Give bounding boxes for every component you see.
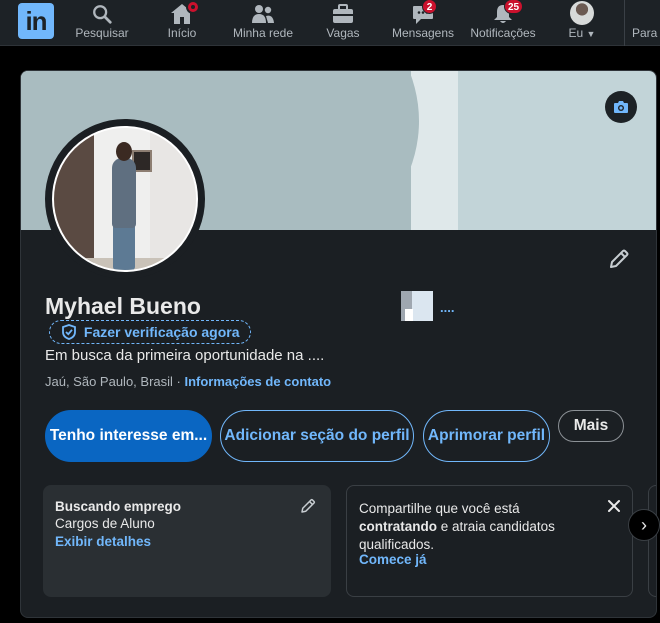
contact-info-link[interactable]: Informações de contato bbox=[184, 374, 331, 389]
linkedin-logo[interactable]: in bbox=[18, 3, 54, 39]
notifications-badge: 25 bbox=[504, 0, 524, 14]
search-icon bbox=[70, 0, 134, 26]
nav-divider bbox=[624, 0, 625, 46]
network-icon bbox=[226, 0, 300, 26]
nav-search[interactable]: Pesquisar bbox=[70, 0, 134, 46]
get-started-link[interactable]: Comece já bbox=[359, 552, 427, 567]
hiring-panel: Compartilhe que você está contratando e … bbox=[346, 485, 633, 597]
home-icon bbox=[150, 0, 214, 26]
open-to-work-title: Buscando emprego bbox=[55, 499, 182, 514]
nav-notifications-label: Notificações bbox=[470, 26, 536, 40]
avatar-icon bbox=[556, 0, 608, 26]
nav-messaging-label: Mensagens bbox=[391, 26, 455, 40]
nav-jobs[interactable]: Vagas bbox=[312, 0, 374, 46]
nav-network-label: Minha rede bbox=[232, 26, 294, 40]
verify-label: Fazer verificação agora bbox=[83, 324, 240, 340]
bell-icon: 25 bbox=[466, 0, 540, 26]
home-notification-dot bbox=[186, 0, 200, 14]
chevron-down-icon: ▼ bbox=[586, 29, 596, 39]
open-to-work-panel[interactable]: Buscando emprego Cargos de Aluno Exibir … bbox=[43, 485, 331, 597]
briefcase-icon bbox=[312, 0, 374, 26]
carousel-next-button[interactable]: › bbox=[628, 509, 660, 541]
profile-name: Myhael Bueno bbox=[45, 293, 201, 319]
pencil-icon bbox=[607, 249, 631, 275]
profile-headline: Em busca da primeira oportunidade na ...… bbox=[45, 347, 325, 364]
edit-intro-button[interactable] bbox=[607, 247, 633, 273]
top-nav: in Pesquisar Início Minha rede Vagas 2 M… bbox=[0, 0, 660, 46]
edit-cover-button[interactable] bbox=[605, 91, 637, 123]
nav-network[interactable]: Minha rede bbox=[226, 0, 300, 46]
nav-me-label: Eu bbox=[568, 26, 584, 40]
chevron-right-icon: › bbox=[641, 515, 647, 535]
nav-avatar bbox=[570, 1, 594, 25]
next-panel-peek bbox=[648, 485, 656, 597]
location-separator: · bbox=[172, 374, 185, 389]
pencil-icon bbox=[299, 498, 317, 519]
nav-home[interactable]: Início bbox=[150, 0, 214, 46]
nav-messaging[interactable]: 2 Mensagens bbox=[388, 0, 458, 46]
nav-search-label: Pesquisar bbox=[75, 26, 129, 40]
verify-now-button[interactable]: Fazer verificação agora bbox=[49, 320, 251, 344]
nav-me[interactable]: Eu ▼ bbox=[556, 0, 608, 46]
hiring-text: Compartilhe que você está contratando e … bbox=[359, 501, 555, 552]
enhance-profile-button[interactable]: Aprimorar perfil bbox=[423, 410, 550, 462]
messaging-icon: 2 bbox=[388, 0, 458, 26]
more-button[interactable]: Mais bbox=[558, 410, 624, 442]
profile-card: Myhael Bueno .... Fazer verificação agor… bbox=[20, 70, 657, 618]
grid-icon bbox=[632, 0, 660, 26]
profile-location: Jaú, São Paulo, Brasil bbox=[45, 374, 173, 389]
nav-business-label: Para bbox=[632, 26, 658, 40]
nav-notifications[interactable]: 25 Notificações bbox=[466, 0, 540, 46]
profile-photo[interactable] bbox=[45, 119, 205, 279]
dismiss-hiring-button[interactable] bbox=[606, 498, 622, 519]
nav-jobs-label: Vagas bbox=[326, 26, 360, 40]
close-icon bbox=[606, 500, 622, 518]
shield-check-icon bbox=[62, 324, 84, 340]
open-to-work-roles: Cargos de Aluno bbox=[55, 516, 155, 531]
company-name[interactable]: .... bbox=[440, 300, 454, 315]
edit-open-to-work-button[interactable] bbox=[299, 497, 317, 520]
nav-business[interactable]: Para bbox=[632, 0, 660, 46]
open-to-button[interactable]: Tenho interesse em... bbox=[45, 410, 212, 462]
nav-home-label: Início bbox=[167, 26, 197, 40]
profile-location-line: Jaú, São Paulo, Brasil · Informações de … bbox=[45, 374, 331, 389]
show-details-link[interactable]: Exibir detalhes bbox=[55, 534, 151, 549]
add-profile-section-button[interactable]: Adicionar seção do perfil bbox=[220, 410, 414, 462]
company-logo[interactable] bbox=[401, 291, 433, 321]
